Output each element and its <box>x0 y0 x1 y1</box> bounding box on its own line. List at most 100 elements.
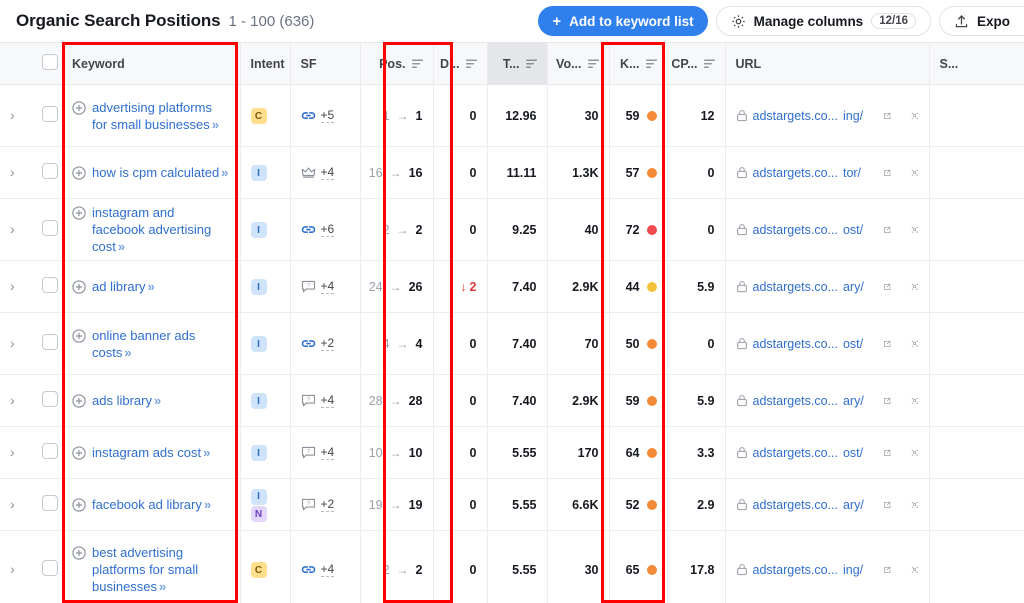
row-checkbox[interactable] <box>42 334 58 350</box>
question-box-icon[interactable]: ? <box>301 394 316 408</box>
chevron-right-icon[interactable]: › <box>10 497 15 511</box>
url-path[interactable]: ary/ <box>843 280 864 294</box>
row-select-cell[interactable] <box>32 427 62 479</box>
view-serp-cell[interactable] <box>901 479 929 531</box>
url-path[interactable]: ost/ <box>843 337 863 351</box>
link-icon[interactable] <box>301 563 316 577</box>
row-checkbox[interactable] <box>42 106 58 122</box>
external-link-icon[interactable] <box>883 449 891 457</box>
sort-icon[interactable] <box>588 58 599 69</box>
intent-badge-N[interactable]: N <box>251 506 267 522</box>
keyword-link[interactable]: online banner ads costs» <box>92 327 230 361</box>
open-url-cell[interactable] <box>873 147 901 199</box>
view-serp-cell[interactable] <box>901 375 929 427</box>
external-link-icon[interactable] <box>883 566 891 574</box>
link-icon[interactable] <box>301 337 316 351</box>
chevron-right-icon[interactable]: › <box>10 279 15 293</box>
intent-badge-I[interactable]: I <box>251 165 267 181</box>
serp-features-more[interactable]: +4 <box>321 562 335 577</box>
row-select-cell[interactable] <box>32 85 62 147</box>
row-expand-cell[interactable]: › <box>0 531 32 603</box>
row-expand-cell[interactable]: › <box>0 85 32 147</box>
row-select-cell[interactable] <box>32 479 62 531</box>
external-link-icon[interactable] <box>883 283 891 291</box>
view-serp-cell[interactable] <box>901 85 929 147</box>
external-link-icon[interactable] <box>883 169 891 177</box>
row-select-cell[interactable] <box>32 531 62 603</box>
serp-features-more[interactable]: +4 <box>321 279 335 294</box>
url-path[interactable]: ing/ <box>843 563 863 577</box>
intent-badge-I[interactable]: I <box>251 393 267 409</box>
open-url-cell[interactable] <box>873 375 901 427</box>
view-serp-cell[interactable] <box>901 427 929 479</box>
keyword-link[interactable]: facebook ad library» <box>92 496 210 513</box>
keyword-link[interactable]: instagram ads cost» <box>92 444 209 461</box>
intent-badge-I[interactable]: I <box>251 336 267 352</box>
chevron-right-icon[interactable]: › <box>10 222 15 236</box>
url-path[interactable]: tor/ <box>843 166 861 180</box>
add-keyword-icon[interactable] <box>72 101 86 115</box>
row-select-cell[interactable] <box>32 313 62 375</box>
keyword-chevrons-icon[interactable]: » <box>159 579 165 594</box>
row-expand-cell[interactable]: › <box>0 479 32 531</box>
intent-badge-I[interactable]: I <box>251 445 267 461</box>
add-to-keyword-list-button[interactable]: + Add to keyword list <box>538 6 707 36</box>
chevron-right-icon[interactable]: › <box>10 165 15 179</box>
view-serp-cell[interactable] <box>901 199 929 261</box>
sort-icon[interactable] <box>704 58 715 69</box>
url-domain[interactable]: adstargets.co... <box>753 280 838 294</box>
chevron-right-icon[interactable]: › <box>10 108 15 122</box>
view-serp-cell[interactable] <box>901 313 929 375</box>
url-domain[interactable]: adstargets.co... <box>753 446 838 460</box>
chevron-right-icon[interactable]: › <box>10 393 15 407</box>
serp-preview-icon[interactable] <box>911 226 919 234</box>
view-serp-cell[interactable] <box>901 261 929 313</box>
open-url-cell[interactable] <box>873 261 901 313</box>
keyword-chevrons-icon[interactable]: » <box>154 393 160 408</box>
sort-icon[interactable] <box>646 58 657 69</box>
intent-badge-C[interactable]: C <box>251 108 267 124</box>
keyword-link[interactable]: instagram and facebook advertising cost» <box>92 204 230 255</box>
col-cpc[interactable]: CP... <box>667 43 725 85</box>
keyword-chevrons-icon[interactable]: » <box>124 345 130 360</box>
col-difference[interactable]: D... <box>433 43 487 85</box>
view-serp-cell[interactable] <box>901 147 929 199</box>
chevron-right-icon[interactable]: › <box>10 445 15 459</box>
export-button[interactable]: Expo <box>939 6 1024 36</box>
open-url-cell[interactable] <box>873 427 901 479</box>
question-box-icon[interactable]: ? <box>301 280 316 294</box>
serp-preview-icon[interactable] <box>911 283 919 291</box>
serp-preview-icon[interactable] <box>911 566 919 574</box>
row-expand-cell[interactable]: › <box>0 427 32 479</box>
question-box-icon[interactable]: ? <box>301 446 316 460</box>
view-serp-cell[interactable] <box>901 531 929 603</box>
keyword-chevrons-icon[interactable]: » <box>212 117 218 132</box>
col-volume[interactable]: Vo... <box>547 43 609 85</box>
col-traffic[interactable]: T... <box>487 43 547 85</box>
row-checkbox[interactable] <box>42 277 58 293</box>
url-domain[interactable]: adstargets.co... <box>753 498 838 512</box>
manage-columns-button[interactable]: Manage columns 12/16 <box>716 6 931 36</box>
row-expand-cell[interactable]: › <box>0 261 32 313</box>
keyword-chevrons-icon[interactable]: » <box>221 165 227 180</box>
url-domain[interactable]: adstargets.co... <box>753 223 838 237</box>
col-s[interactable]: S... <box>929 43 1024 85</box>
keyword-chevrons-icon[interactable]: » <box>147 279 153 294</box>
row-expand-cell[interactable]: › <box>0 313 32 375</box>
intent-badge-I[interactable]: I <box>251 222 267 238</box>
external-link-icon[interactable] <box>883 226 891 234</box>
url-path[interactable]: ary/ <box>843 394 864 408</box>
url-domain[interactable]: adstargets.co... <box>753 394 838 408</box>
col-position[interactable]: Pos. <box>360 43 433 85</box>
keyword-link[interactable]: ad library» <box>92 278 154 295</box>
col-url[interactable]: URL <box>725 43 873 85</box>
link-icon[interactable] <box>301 109 316 123</box>
serp-features-more[interactable]: +2 <box>321 497 335 512</box>
col-keyword[interactable]: Keyword <box>62 43 240 85</box>
row-expand-cell[interactable]: › <box>0 147 32 199</box>
serp-features-more[interactable]: +4 <box>321 393 335 408</box>
url-domain[interactable]: adstargets.co... <box>753 166 838 180</box>
url-domain[interactable]: adstargets.co... <box>753 563 838 577</box>
row-checkbox[interactable] <box>42 443 58 459</box>
serp-features-more[interactable]: +6 <box>321 222 335 237</box>
